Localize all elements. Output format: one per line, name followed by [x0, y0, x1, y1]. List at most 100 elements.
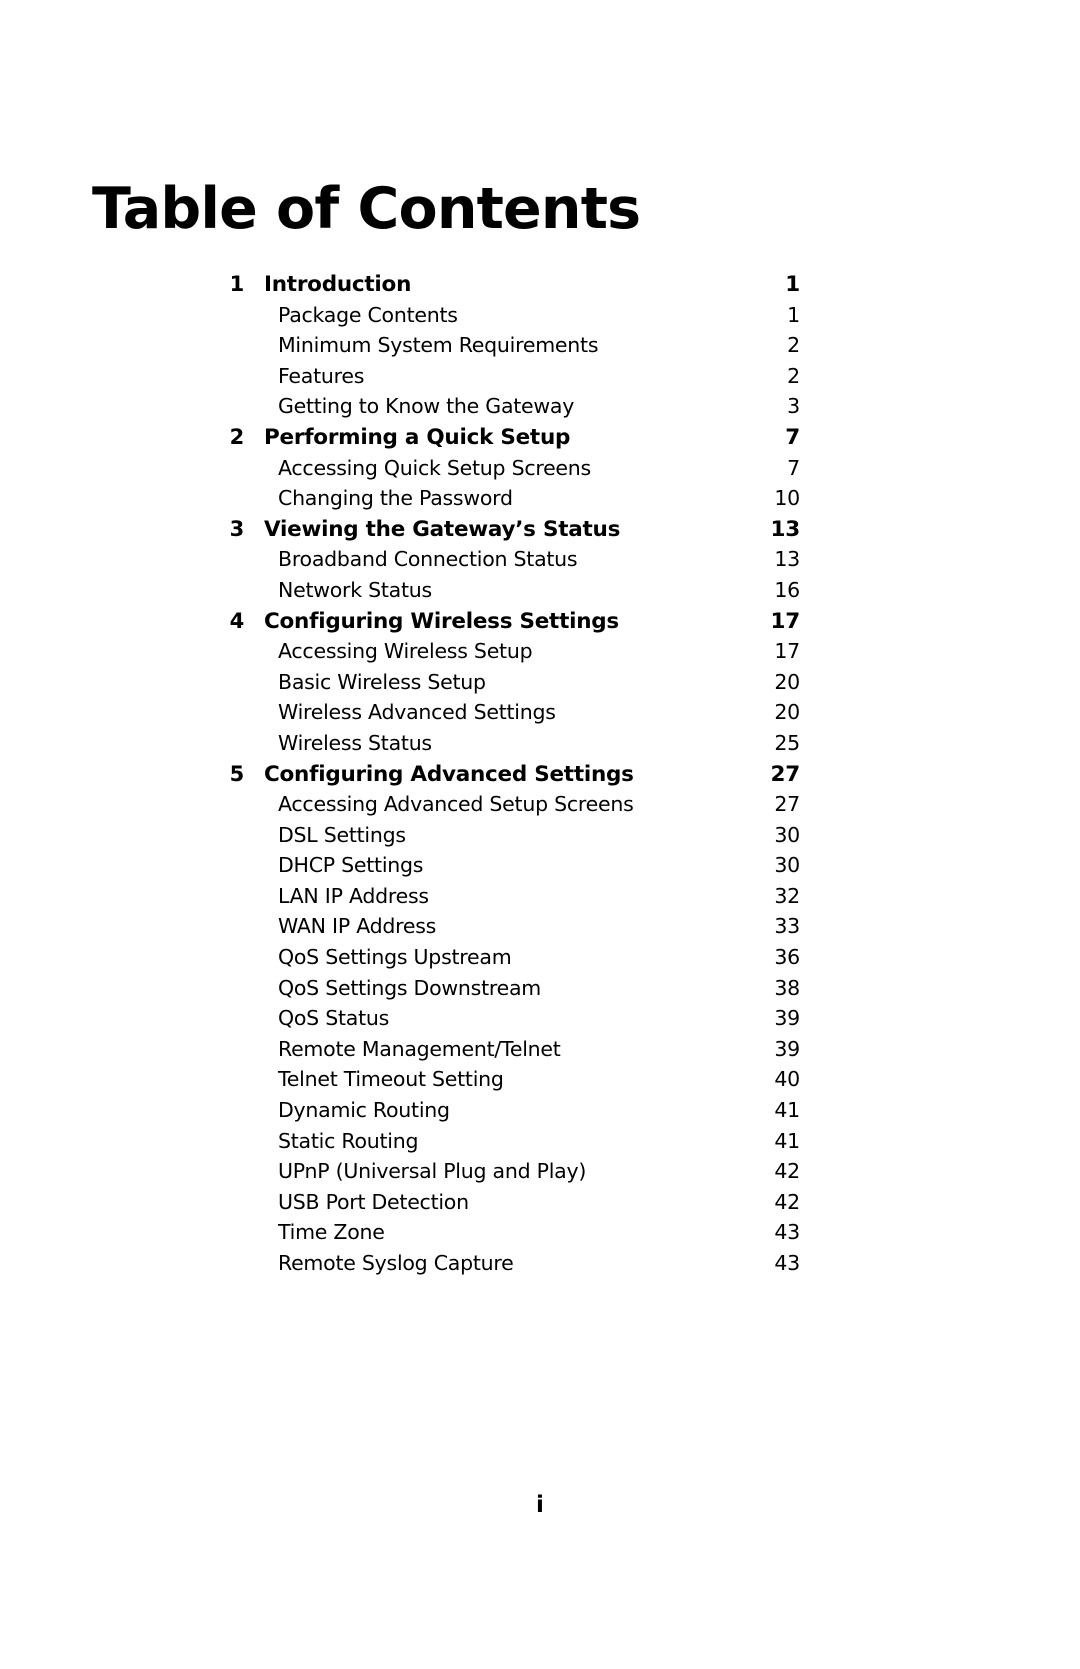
toc-section-row[interactable]: Wireless Status 25 [200, 731, 800, 762]
toc-entry-label: Basic Wireless Setup [278, 669, 486, 694]
toc-entry-label: Network Status [278, 577, 432, 602]
toc-entry-page-number: 32 [774, 883, 800, 908]
toc-entry-label: Broadband Connection Status [278, 547, 578, 572]
toc-section-row[interactable]: Time Zone 43 [200, 1220, 800, 1251]
toc-entry-page-number: 39 [774, 1036, 800, 1061]
toc-section-row[interactable]: QoS Status 39 [200, 1006, 800, 1037]
toc-section-row[interactable]: Remote Management/Telnet 39 [200, 1037, 800, 1068]
toc-entry-page-number: 2 [787, 333, 800, 358]
toc-entry-number: 1 [229, 272, 245, 296]
toc-section-row[interactable]: Static Routing 41 [200, 1129, 800, 1160]
toc-entry-page-number: 33 [774, 914, 800, 939]
toc-section-row[interactable]: Accessing Advanced Setup Screens 27 [200, 792, 800, 823]
toc-chapter-row[interactable]: 1 Introduction 1 [200, 272, 801, 303]
toc-section-row[interactable]: QoS Settings Downstream 38 [200, 976, 800, 1007]
toc-section-row[interactable]: LAN IP Address 32 [200, 884, 800, 915]
toc-entry-page-number: 30 [774, 822, 800, 847]
toc-entry-label: Package Contents [278, 302, 458, 327]
toc-entry-page-number: 1 [785, 272, 800, 297]
toc-entry-page-number: 7 [787, 455, 800, 480]
toc-entry-page-number: 41 [774, 1098, 800, 1123]
toc-entry-label: Accessing Quick Setup Screens [278, 455, 591, 480]
toc-entry-page-number: 10 [774, 486, 800, 511]
toc-chapter-row[interactable]: 2 Performing a Quick Setup 7 [200, 424, 801, 456]
toc-entry-page-number: 36 [774, 945, 800, 970]
toc-entry-page-number: 20 [774, 669, 800, 694]
toc-entry-page-number: 25 [774, 730, 800, 755]
toc-entry-label: Remote Management/Telnet [278, 1036, 561, 1061]
toc-section-row[interactable]: Remote Syslog Capture 43 [200, 1251, 800, 1282]
toc-entry-label: Introduction [264, 272, 412, 297]
toc-entry-page-number: 20 [774, 700, 800, 725]
toc-entry-page-number: 17 [774, 639, 800, 664]
toc-entry-label: DHCP Settings [278, 853, 424, 878]
toc-entry-page-number: 17 [770, 608, 800, 634]
toc-entry-page-number: 38 [774, 975, 800, 1000]
toc-section-row[interactable]: Changing the Password 10 [200, 486, 800, 517]
toc-entry-page-number: 42 [774, 1159, 800, 1184]
toc-chapter-row[interactable]: 3 Viewing the Gateway’s Status 13 [200, 516, 801, 548]
page-folio: i [536, 1492, 544, 1518]
toc-entry-page-number: 3 [787, 394, 800, 419]
toc-entry-page-number: 30 [774, 853, 800, 878]
toc-entry-page-number: 27 [770, 761, 800, 787]
toc-section-row[interactable]: QoS Settings Upstream 36 [200, 945, 800, 976]
toc-entry-label: Accessing Advanced Setup Screens [278, 792, 634, 817]
toc-entry-label: UPnP (Universal Plug and Play) [278, 1159, 587, 1184]
toc-entry-page-number: 2 [787, 363, 800, 388]
toc-entry-page-number: 39 [774, 1006, 800, 1031]
toc-section-row[interactable]: Accessing Quick Setup Screens 7 [200, 456, 800, 487]
toc-section-row[interactable]: Telnet Timeout Setting 40 [200, 1067, 800, 1098]
toc-entry-label: Performing a Quick Setup [264, 424, 571, 450]
toc-entry-number: 3 [229, 516, 245, 541]
toc-entry-label: Features [278, 363, 365, 388]
toc-entry-label: Wireless Advanced Settings [278, 700, 556, 725]
toc-entry-label: Telnet Timeout Setting [278, 1067, 504, 1092]
toc-entry-label: Getting to Know the Gateway [278, 394, 575, 419]
toc-entry-page-number: 42 [774, 1189, 800, 1214]
toc-entry-label: Changing the Password [278, 486, 513, 511]
toc-section-row[interactable]: Accessing Wireless Setup 17 [200, 639, 800, 670]
toc-entry-page-number: 41 [774, 1128, 800, 1153]
toc-section-row[interactable]: USB Port Detection 42 [200, 1190, 800, 1221]
toc-entry-label: QoS Settings Upstream [278, 945, 512, 970]
toc-section-row[interactable]: Dynamic Routing 41 [200, 1098, 800, 1129]
toc-entry-label: Wireless Status [278, 730, 432, 755]
toc-entry-number: 4 [229, 608, 245, 633]
toc-entry-label: QoS Settings Downstream [278, 975, 541, 1000]
toc-entry-label: Minimum System Requirements [278, 333, 599, 358]
toc-section-row[interactable]: Broadband Connection Status 13 [200, 547, 800, 578]
toc-entry-label: Remote Syslog Capture [278, 1251, 514, 1275]
toc-chapter-row[interactable]: 4 Configuring Wireless Settings 17 [200, 608, 801, 640]
toc-section-row[interactable]: UPnP (Universal Plug and Play) 42 [200, 1159, 800, 1190]
toc-entry-number: 5 [229, 761, 245, 786]
toc-entry-label: Viewing the Gateway’s Status [264, 516, 621, 542]
toc-section-row[interactable]: Wireless Advanced Settings 20 [200, 700, 800, 731]
toc-entry-page-number: 43 [774, 1251, 800, 1275]
toc-entry-number: 2 [229, 424, 245, 449]
toc-section-row[interactable]: Package Contents 1 [200, 303, 800, 334]
toc-section-row[interactable]: Features 2 [200, 364, 800, 395]
toc-section-row[interactable]: DSL Settings 30 [200, 823, 800, 854]
toc-entry-page-number: 16 [774, 577, 800, 602]
toc-entry-label: Accessing Wireless Setup [278, 639, 533, 664]
toc-section-row[interactable]: WAN IP Address 33 [200, 914, 800, 945]
table-of-contents-list: 1 Introduction 1 Package Contents 1 Minimum S… [200, 272, 801, 1282]
toc-entry-label: DSL Settings [278, 822, 406, 847]
toc-entry-page-number: 7 [785, 424, 800, 450]
toc-section-row[interactable]: Minimum System Requirements 2 [200, 333, 800, 364]
toc-entry-page-number: 13 [774, 547, 800, 572]
page-title: Table of Contents [92, 176, 641, 243]
toc-chapter-row[interactable]: 5 Configuring Advanced Settings 27 [200, 761, 801, 793]
toc-section-row[interactable]: Getting to Know the Gateway 3 [200, 394, 800, 425]
toc-entry-label: Dynamic Routing [278, 1098, 450, 1123]
toc-entry-label: LAN IP Address [278, 883, 429, 908]
toc-entry-label: Configuring Wireless Settings [264, 608, 619, 634]
toc-entry-page-number: 27 [774, 792, 800, 817]
toc-section-row[interactable]: DHCP Settings 30 [200, 853, 800, 884]
toc-section-row[interactable]: Network Status 16 [200, 578, 800, 609]
toc-entry-label: Configuring Advanced Settings [264, 761, 634, 787]
document-page: Table of Contents 1 Introduction 1 Package … [0, 0, 1080, 1669]
toc-entry-label: Static Routing [278, 1128, 419, 1153]
toc-section-row[interactable]: Basic Wireless Setup 20 [200, 670, 800, 701]
